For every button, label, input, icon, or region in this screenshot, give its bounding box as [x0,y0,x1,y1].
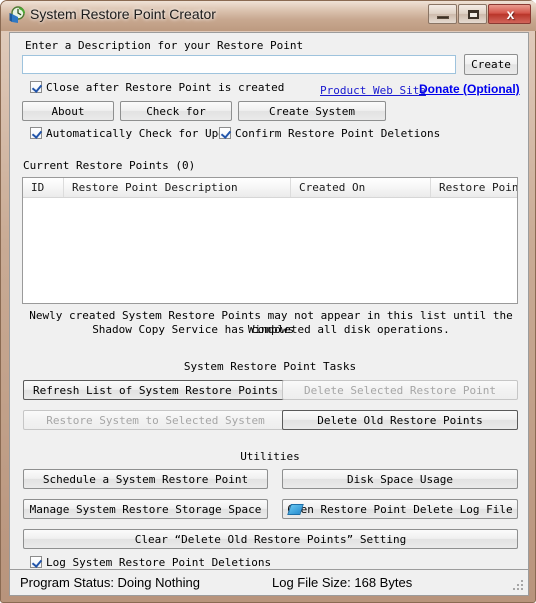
confirm-deletions-checkbox[interactable]: Confirm Restore Point Deletions [219,127,440,140]
restore-system-to-selected-button: Restore System to Selected System [23,410,288,430]
schedule-restore-point-button[interactable]: Schedule a System Restore Point [23,469,268,489]
column-header-id[interactable]: ID [23,178,64,197]
confirm-deletions-label: Confirm Restore Point Deletions [235,127,441,140]
status-bar: Program Status: Doing Nothing Log File S… [10,569,528,595]
close-button[interactable]: x [488,4,531,24]
auto-check-updates-checkbox[interactable]: Automatically Check for Updates [30,127,226,140]
auto-check-updates-label: Automatically Check for Updates [46,127,226,140]
create-button[interactable]: Create [464,54,518,75]
listview-note-line2: Shadow Copy Service has completed all di… [92,323,450,336]
close-after-label: Close after Restore Point is created [46,81,285,94]
checkbox-box [30,127,42,139]
resize-grip[interactable] [513,580,525,592]
utilities-section-title: Utilities [240,450,300,463]
delete-selected-restore-point-button: Delete Selected Restore Point [282,380,518,400]
client-area: Enter a Description for your Restore Poi… [9,32,529,596]
disk-space-usage-button[interactable]: Disk Space Usage [282,469,518,489]
application-window: System Restore Point Creator x Enter a D… [0,0,536,603]
current-restore-points-label: Current Restore Points (0) [23,159,196,172]
product-web-site-link[interactable]: Product Web Site [320,84,426,97]
open-delete-log-file-label: Open Restore Point Delete Log File [287,502,513,516]
refresh-list-button[interactable]: Refresh List of System Restore Points [23,380,288,400]
minimize-icon [437,16,449,19]
column-header-description[interactable]: Restore Point Description [64,178,291,197]
log-file-size-text: Log File Size: 168 Bytes [272,575,413,590]
manage-storage-space-button[interactable]: Manage System Restore Storage Space [23,499,268,519]
checkbox-box [30,81,42,93]
checkbox-box [30,556,42,568]
maximize-icon [468,10,479,19]
create-system-restore-point-button[interactable]: Create System [238,101,386,121]
check-for-updates-button[interactable]: Check for [120,101,232,121]
log-deletions-checkbox[interactable]: Log System Restore Point Deletions [30,556,271,569]
open-delete-log-file-button[interactable]: Open Restore Point Delete Log File [282,499,518,519]
listview-body[interactable] [23,198,517,303]
delete-old-restore-points-button[interactable]: Delete Old Restore Points [282,410,518,430]
restore-clock-icon [9,6,25,23]
listview-header: ID Restore Point Description Created On … [23,178,517,198]
checkbox-box [219,127,231,139]
column-header-created-on[interactable]: Created On [291,178,431,197]
description-label: Enter a Description for your Restore Poi… [25,39,304,52]
description-input[interactable] [22,55,456,74]
tasks-section-title: System Restore Point Tasks [183,360,357,373]
clear-delete-old-setting-button[interactable]: Clear “Delete Old Restore Points” Settin… [23,529,518,549]
restore-points-listview[interactable]: ID Restore Point Description Created On … [22,177,518,304]
minimize-button[interactable] [428,4,457,24]
log-deletions-label: Log System Restore Point Deletions [46,556,272,569]
title-bar[interactable]: System Restore Point Creator x [1,1,536,31]
program-status-text: Program Status: Doing Nothing [20,575,200,590]
close-after-checkbox[interactable]: Close after Restore Point is created [30,81,284,94]
about-button[interactable]: About [22,101,114,121]
donate-link[interactable]: Donate (Optional) [419,82,520,96]
column-header-type[interactable]: Restore Point Type [431,178,517,197]
maximize-button[interactable] [458,4,487,24]
close-icon: x [506,6,515,22]
window-title: System Restore Point Creator [30,6,216,22]
